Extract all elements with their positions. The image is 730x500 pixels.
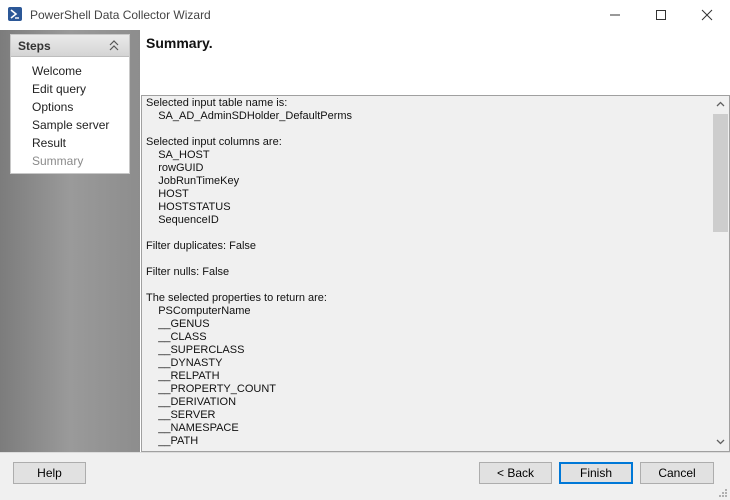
summary-line: rowGUID: [146, 162, 204, 174]
window-title: PowerShell Data Collector Wizard: [30, 8, 211, 22]
summary-line: PSComputerName: [146, 305, 251, 317]
step-options[interactable]: Options: [32, 99, 109, 117]
powershell-icon: [8, 7, 22, 21]
close-button[interactable]: [684, 0, 730, 30]
title-bar: PowerShell Data Collector Wizard: [0, 0, 730, 30]
summary-line: HOST: [146, 188, 189, 200]
back-button[interactable]: < Back: [479, 462, 552, 484]
steps-title: Steps: [18, 39, 51, 53]
steps-header[interactable]: Steps: [11, 35, 129, 57]
close-icon: [701, 9, 713, 21]
summary-line: __DYNASTY: [146, 357, 223, 369]
summary-line: Selected input table name is:: [146, 97, 288, 109]
summary-line: SA_AD_AdminSDHolder_DefaultPerms: [146, 110, 353, 122]
step-summary: Summary: [32, 154, 84, 168]
summary-line: __SUPERCLASS: [146, 344, 245, 356]
maximize-button[interactable]: [638, 0, 684, 30]
summary-line: Filter nulls: False: [146, 266, 230, 278]
summary-line: Filter duplicates: False: [146, 240, 257, 252]
summary-line: [146, 227, 711, 240]
summary-line: __GENUS: [146, 318, 210, 330]
summary-line: __PROPERTY_COUNT: [146, 383, 276, 395]
page-header: Summary.: [140, 30, 730, 94]
vertical-scrollbar[interactable]: [712, 96, 729, 451]
summary-line: SequenceID: [146, 214, 219, 226]
summary-line: Selected input columns are:: [146, 136, 282, 148]
steps-list: Welcome Edit query Options Sample server…: [32, 63, 109, 171]
summary-line: The selected properties to return are:: [146, 292, 327, 304]
steps-panel: Steps Welcome Edit query Options Sample …: [10, 34, 130, 174]
summary-content: Selected input table name is: SA_AD_Admi…: [146, 97, 711, 448]
summary-line: __DERIVATION: [146, 396, 237, 408]
step-sample-server[interactable]: Sample server: [32, 117, 109, 135]
summary-line: JobRunTimeKey: [146, 175, 240, 187]
scroll-thumb[interactable]: [713, 114, 728, 232]
page-title: Summary.: [146, 35, 213, 51]
summary-line: __CLASS: [146, 331, 207, 343]
summary-line: __NAMESPACE: [146, 422, 239, 434]
step-welcome[interactable]: Welcome: [32, 63, 109, 81]
summary-line: [146, 253, 711, 266]
scroll-up-button[interactable]: [712, 96, 729, 113]
summary-line: __RELPATH: [146, 370, 220, 382]
step-edit-query[interactable]: Edit query: [32, 81, 109, 99]
chevron-up-icon: [716, 101, 725, 107]
summary-line: SA_HOST: [146, 149, 210, 161]
step-result[interactable]: Result: [32, 135, 109, 153]
collapse-chevron-icon[interactable]: [109, 40, 119, 52]
help-button[interactable]: Help: [13, 462, 86, 484]
summary-line: HOSTSTATUS: [146, 201, 231, 213]
scroll-down-button[interactable]: [712, 434, 729, 451]
minimize-icon: [610, 14, 620, 16]
chevron-down-icon: [716, 439, 725, 445]
summary-line: __SERVER: [146, 409, 216, 421]
resize-grip-icon[interactable]: [718, 488, 728, 498]
summary-textbox[interactable]: Selected input table name is: SA_AD_Admi…: [141, 95, 730, 452]
cancel-button[interactable]: Cancel: [640, 462, 714, 484]
summary-line: __PATH: [146, 435, 199, 447]
sidebar: Steps Welcome Edit query Options Sample …: [0, 30, 140, 453]
button-bar: Help < Back Finish Cancel: [0, 452, 730, 500]
minimize-button[interactable]: [592, 0, 638, 30]
maximize-icon: [656, 10, 666, 20]
finish-button[interactable]: Finish: [559, 462, 633, 484]
summary-line: [146, 123, 711, 136]
summary-line: [146, 279, 711, 292]
